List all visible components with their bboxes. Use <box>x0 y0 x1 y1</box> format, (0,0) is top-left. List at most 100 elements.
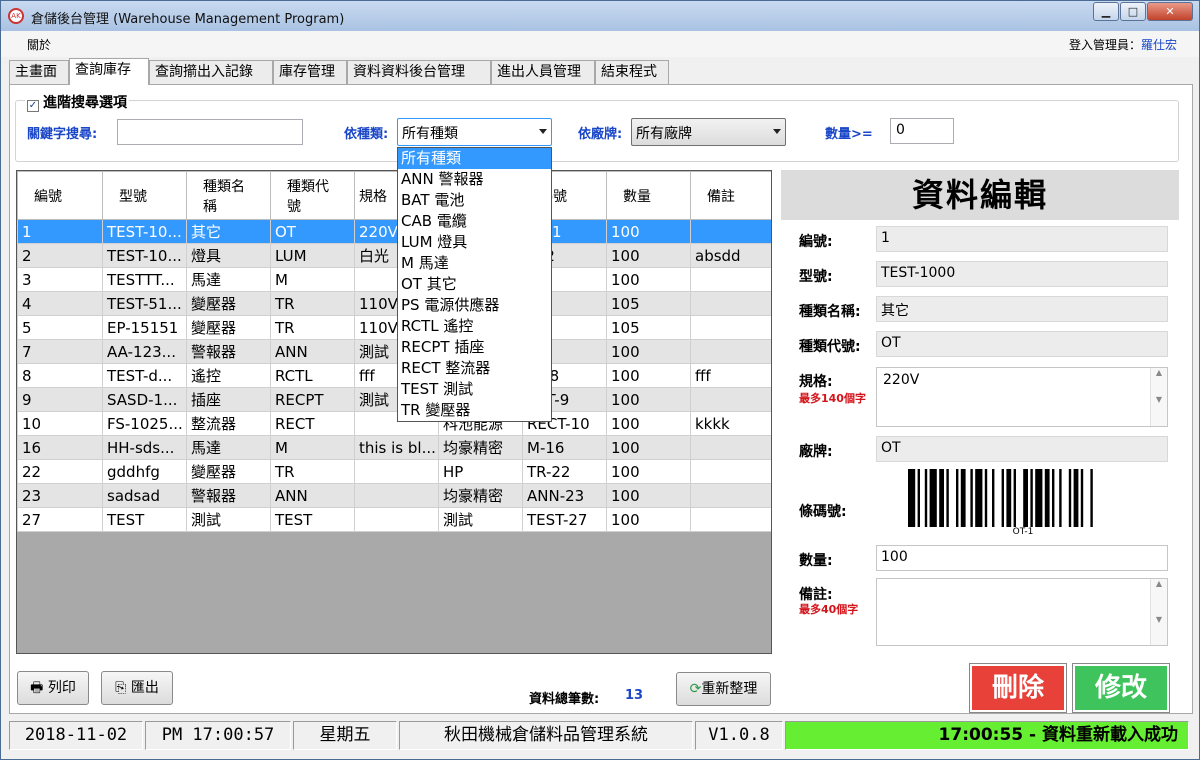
spec-scrollbar[interactable]: ▲ ▼ <box>1150 368 1167 426</box>
delete-button[interactable]: 刪除 <box>969 663 1067 713</box>
table-cell[interactable] <box>354 507 439 532</box>
table-cell[interactable]: HP <box>438 459 523 484</box>
tab-query-records[interactable]: 查詢擶出入記錄 <box>149 60 273 84</box>
table-row[interactable]: 4TEST-51...變壓器TR110V4105 <box>17 291 771 316</box>
tab-staff-manage[interactable]: 進出人員管理 <box>491 60 595 84</box>
modify-button[interactable]: 修改 <box>1072 663 1170 713</box>
table-cell[interactable]: 10 <box>17 411 103 436</box>
table-cell[interactable]: 100 <box>606 339 691 364</box>
table-cell[interactable]: EP-15151 <box>102 315 187 340</box>
column-header[interactable]: 備註 <box>690 171 771 220</box>
dropdown-option[interactable]: LUM 燈具 <box>398 232 551 253</box>
table-cell[interactable]: 100 <box>606 363 691 388</box>
table-cell[interactable] <box>690 483 771 508</box>
title-bar[interactable]: AK 倉儲後台管理 (Warehouse Management Program)… <box>1 1 1199 31</box>
table-cell[interactable]: 100 <box>606 387 691 412</box>
table-row[interactable]: 10 FS-1025... 整流器 RECT 科池能源 RECT-10 100 kkkk <box>17 411 771 436</box>
table-row[interactable]: 16 HH-sds... 馬達 Mthis is bl... 均豪精密 M-16 100 <box>17 435 771 460</box>
table-cell[interactable] <box>690 387 771 412</box>
table-cell[interactable]: TEST-10... <box>102 219 187 244</box>
table-cell[interactable]: 均豪精密 <box>438 483 523 508</box>
editor-quantity-field[interactable]: 100 <box>876 545 1168 571</box>
table-cell[interactable] <box>690 459 771 484</box>
table-cell[interactable]: TEST <box>102 507 187 532</box>
table-cell[interactable]: 整流器 <box>186 411 271 436</box>
editor-remark-textarea[interactable]: ▲ ▼ <box>876 578 1168 646</box>
dropdown-option[interactable]: OT 其它 <box>398 274 551 295</box>
table-row[interactable]: 2TEST-10...燈具LUM白光M-2100absdd <box>17 243 771 268</box>
table-cell[interactable]: TEST-51... <box>102 291 187 316</box>
table-cell[interactable] <box>690 267 771 292</box>
dropdown-option[interactable]: TR 變壓器 <box>398 400 551 421</box>
table-cell[interactable]: 變壓器 <box>186 291 271 316</box>
table-cell[interactable]: 變壓器 <box>186 315 271 340</box>
table-cell[interactable]: 2 <box>17 243 103 268</box>
table-row[interactable]: 3TESTTT...馬達M3100 <box>17 267 771 292</box>
keyword-input[interactable] <box>117 119 303 145</box>
table-cell[interactable]: 8 <box>17 363 103 388</box>
table-cell[interactable]: FS-1025... <box>102 411 187 436</box>
table-cell[interactable]: 100 <box>606 459 691 484</box>
brand-select[interactable]: 所有廠牌 <box>631 118 786 146</box>
table-cell[interactable]: 100 <box>606 483 691 508</box>
checkbox-check-icon[interactable]: ✓ <box>27 100 39 112</box>
table-cell[interactable]: 100 <box>606 243 691 268</box>
table-cell[interactable]: 其它 <box>186 219 271 244</box>
table-cell[interactable]: this is bl... <box>354 435 439 460</box>
maximize-icon[interactable]: □ <box>1120 2 1146 21</box>
tab-data-backend[interactable]: 資料資料後台管理 <box>347 60 491 84</box>
table-cell[interactable]: 100 <box>606 507 691 532</box>
table-row[interactable]: 1TEST-10...其它OT220VOTOT-1100 <box>17 219 771 244</box>
table-cell[interactable]: 22 <box>17 459 103 484</box>
table-cell[interactable] <box>354 459 439 484</box>
dropdown-option[interactable]: TEST 測試 <box>398 379 551 400</box>
table-cell[interactable]: TEST <box>270 507 355 532</box>
table-cell[interactable]: 4 <box>17 291 103 316</box>
table-cell[interactable]: 1 <box>17 219 103 244</box>
table-row[interactable]: 23 sadsad 警報器 ANN 均豪精密 ANN-23 100 <box>17 483 771 508</box>
table-cell[interactable]: 馬達 <box>186 267 271 292</box>
table-cell[interactable]: 3 <box>17 267 103 292</box>
minimize-icon[interactable]: ▁ <box>1093 2 1119 21</box>
table-cell[interactable]: 100 <box>606 411 691 436</box>
dropdown-option[interactable]: CAB 電纜 <box>398 211 551 232</box>
table-cell[interactable]: TR-22 <box>522 459 607 484</box>
advanced-search-checkbox[interactable]: ✓ 進階搜尋選項 <box>25 92 129 112</box>
table-cell[interactable]: TR <box>270 315 355 340</box>
table-cell[interactable]: 變壓器 <box>186 459 271 484</box>
table-cell[interactable] <box>690 339 771 364</box>
table-cell[interactable] <box>690 315 771 340</box>
close-icon[interactable]: ✕ <box>1147 2 1193 21</box>
table-cell[interactable]: RECPT <box>270 387 355 412</box>
table-cell[interactable]: 5 <box>17 315 103 340</box>
table-cell[interactable]: gddhfg <box>102 459 187 484</box>
table-cell[interactable]: 測試 <box>186 507 271 532</box>
dropdown-option[interactable]: M 馬達 <box>398 253 551 274</box>
table-cell[interactable]: 馬達 <box>186 435 271 460</box>
table-row[interactable]: 9SASD-1...插座RECPT測試CPT-9100 <box>17 387 771 412</box>
table-cell[interactable]: RCTL <box>270 363 355 388</box>
table-cell[interactable]: 均豪精密 <box>438 435 523 460</box>
column-header[interactable]: 種類名 稱 <box>186 171 271 220</box>
category-select[interactable]: 所有種類 <box>397 118 552 146</box>
table-cell[interactable] <box>690 435 771 460</box>
table-row[interactable]: 7AA-123...警報器ANN測試N-7100 <box>17 339 771 364</box>
table-cell[interactable]: 9 <box>17 387 103 412</box>
table-cell[interactable]: 7 <box>17 339 103 364</box>
table-cell[interactable]: 警報器 <box>186 339 271 364</box>
menu-about[interactable]: 關於 <box>27 36 51 53</box>
table-cell[interactable]: 23 <box>17 483 103 508</box>
column-header[interactable]: 種類代 號 <box>270 171 355 220</box>
column-header[interactable]: 編號 <box>17 171 103 220</box>
dropdown-option[interactable]: BAT 電池 <box>398 190 551 211</box>
table-cell[interactable]: OT <box>270 219 355 244</box>
table-cell[interactable]: M <box>270 267 355 292</box>
table-cell[interactable]: 燈具 <box>186 243 271 268</box>
print-button[interactable]: 🖶 列印 <box>17 671 89 705</box>
dropdown-option[interactable]: RECPT 插座 <box>398 337 551 358</box>
table-cell[interactable]: kkkk <box>690 411 771 436</box>
table-cell[interactable]: TESTTT... <box>102 267 187 292</box>
table-cell[interactable]: 100 <box>606 219 691 244</box>
table-cell[interactable] <box>690 507 771 532</box>
table-cell[interactable]: TEST-10... <box>102 243 187 268</box>
